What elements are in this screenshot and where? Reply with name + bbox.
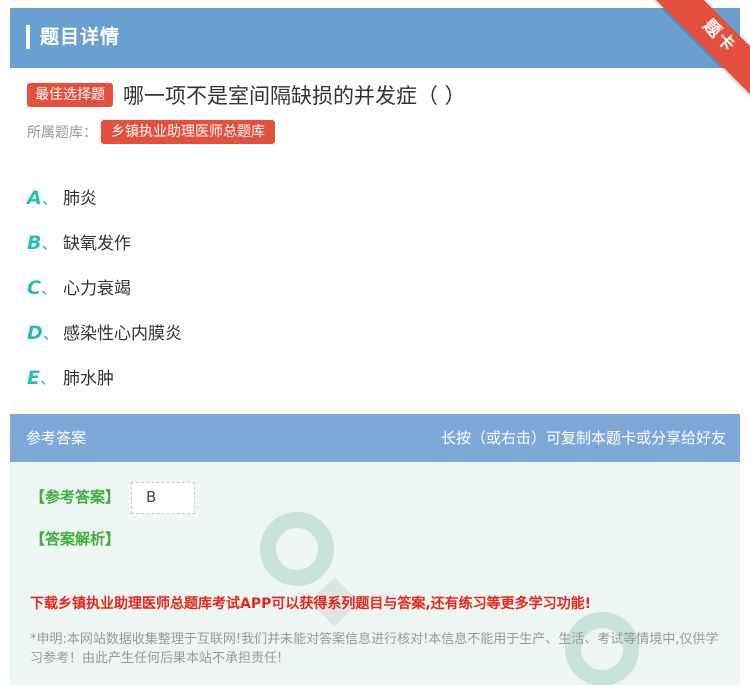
option-letter: A、	[27, 186, 58, 209]
option-text: 感染性心内膜炎	[63, 324, 182, 344]
option-text: 肺炎	[63, 189, 97, 209]
share-hint: 长按（或右击）可复制本题卡或分享给好友	[440, 429, 726, 447]
option-letter: B、	[27, 231, 58, 254]
download-app-promo[interactable]: 下载乡镇执业助理医师总题库考试APP可以获得系列题目与答案,还有练习等更多学习功…	[30, 593, 591, 613]
answer-key-image: B	[131, 482, 195, 514]
answer-analysis-label: 【答案解析】	[30, 530, 121, 548]
answer-section-title: 参考答案	[26, 429, 87, 447]
option-letter: C、	[27, 276, 57, 299]
option-text: 肺水肿	[63, 369, 114, 389]
bank-label: 所属题库：	[27, 125, 97, 141]
option-letter: D、	[27, 321, 59, 344]
question-type-badge: 最佳选择题	[27, 83, 113, 107]
option-c[interactable]: C、 心力衰竭	[27, 264, 182, 309]
option-d[interactable]: D、 感染性心内膜炎	[27, 309, 182, 354]
option-e[interactable]: E、 肺水肿	[27, 354, 182, 399]
header-accent-bar	[26, 25, 30, 49]
answer-key-label: 【参考答案】	[30, 488, 121, 506]
option-a[interactable]: A、 肺炎	[27, 174, 182, 219]
ribbon-band	[650, 0, 750, 100]
question-line: 最佳选择题 哪一项不是室间隔缺损的并发症（ ）	[27, 80, 466, 110]
watermark-logo	[260, 512, 334, 586]
answer-body: ■ 【参考答案】 B 【答案解析】 下载乡镇执业助理医师总题库考试APP可以获得…	[10, 462, 740, 685]
disclaimer-text: *申明:本网站数据收集整理于互联网!我们并未能对答案信息进行核对!本信息不能用于…	[30, 632, 719, 666]
options-list: A、 肺炎 B、 缺氧发作 C、 心力衰竭 D、 感染性心内膜炎 E、 肺水肿	[27, 174, 182, 399]
answer-header: 参考答案 长按（或右击）可复制本题卡或分享给好友	[10, 414, 740, 462]
page-header: 题目详情	[10, 8, 740, 68]
question-text: 哪一项不是室间隔缺损的并发症（ ）	[123, 84, 466, 108]
corner-ribbon: 题卡	[650, 0, 750, 100]
page-title: 题目详情	[40, 26, 121, 48]
bank-link[interactable]: 乡镇执业助理医师总题库	[101, 120, 275, 144]
option-text: 缺氧发作	[63, 234, 131, 254]
option-text: 心力衰竭	[63, 279, 131, 299]
option-letter: E、	[27, 366, 56, 389]
question-bank-line: 所属题库： 乡镇执业助理医师总题库	[27, 120, 275, 144]
option-b[interactable]: B、 缺氧发作	[27, 219, 182, 264]
